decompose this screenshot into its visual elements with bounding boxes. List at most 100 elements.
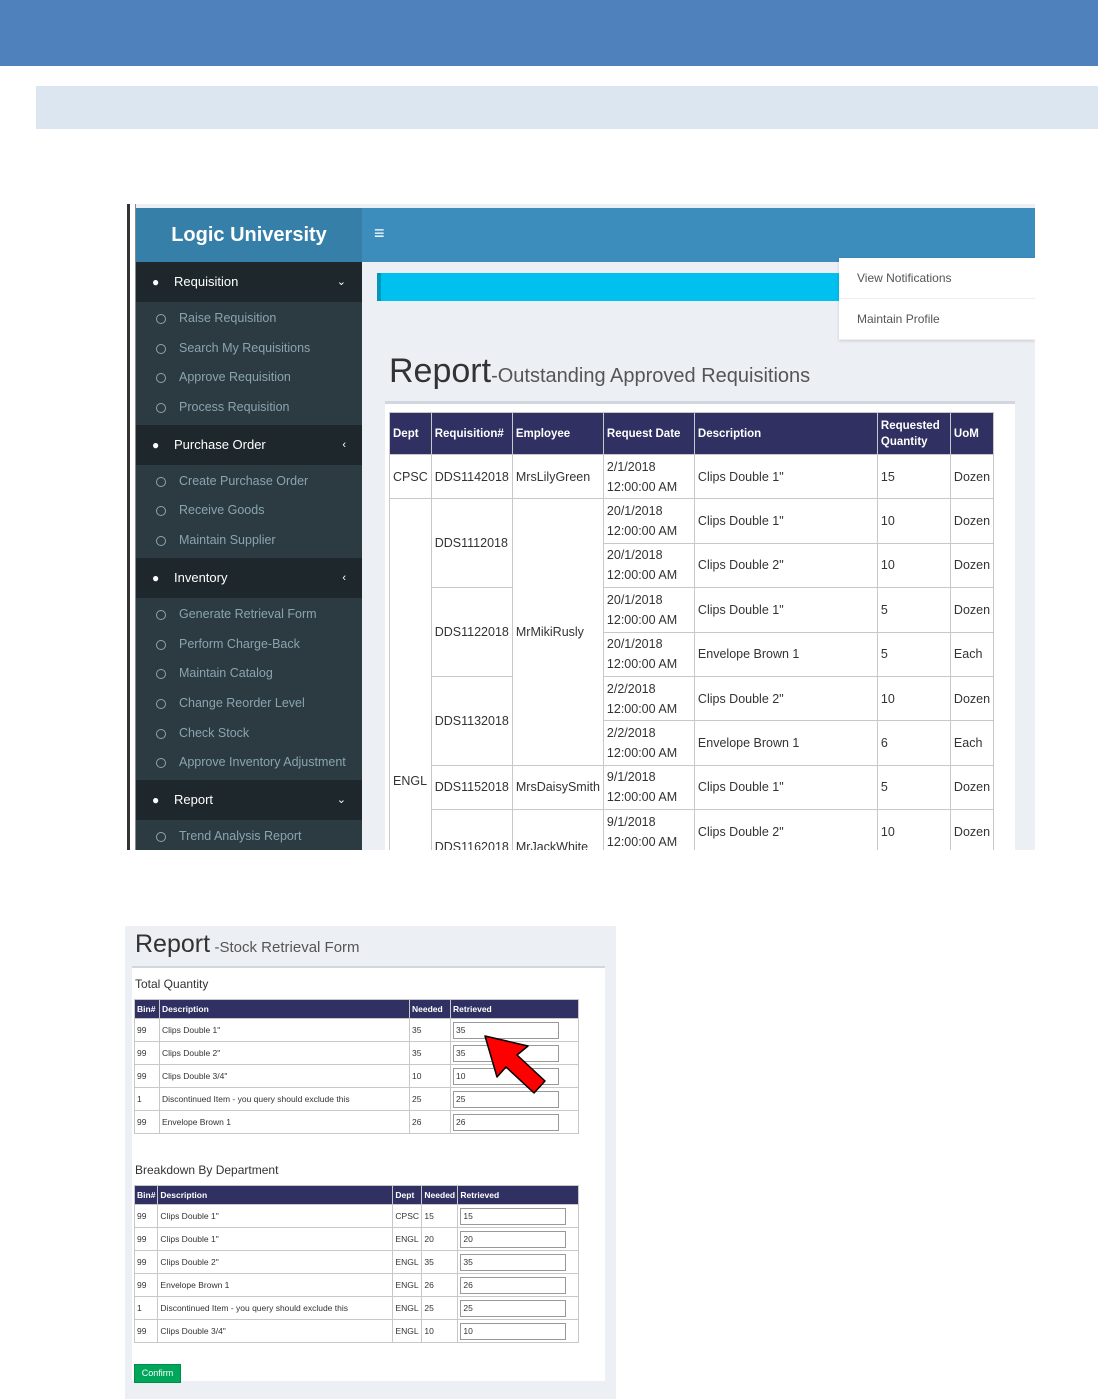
description-cell: Clips Double 1" bbox=[693, 764, 878, 811]
retrieved-input[interactable] bbox=[460, 1276, 567, 1294]
quantity-cell: 10 bbox=[876, 498, 951, 544]
circle-icon bbox=[156, 536, 166, 547]
menu-item-maintain-profile[interactable]: Maintain Profile bbox=[839, 299, 1035, 340]
retrieved-input[interactable] bbox=[460, 1207, 567, 1225]
description-cell: Discontinued Item - you query should exc… bbox=[157, 1296, 394, 1320]
needed-cell: 10 bbox=[421, 1319, 459, 1343]
description-cell: Clips Double 1" bbox=[159, 1018, 410, 1042]
description-cell: Clips Double 2" bbox=[693, 809, 878, 850]
quantity-cell: 5 bbox=[876, 587, 951, 633]
date-text: 20/1/2018 bbox=[606, 504, 663, 519]
stock-retrieval-form-screenshot: Report -Stock Retrieval Form Total Quant… bbox=[125, 926, 616, 1399]
dept-cell: ENGL bbox=[392, 1319, 423, 1343]
date-cell: 2/1/2018 12:00:00 AM bbox=[602, 453, 695, 500]
description-cell: Envelope Brown 1 bbox=[157, 1273, 394, 1297]
retrieved-input[interactable] bbox=[460, 1322, 567, 1340]
bin-cell: 99 bbox=[134, 1064, 160, 1088]
top-color-band bbox=[0, 0, 1098, 66]
column-header: Description bbox=[159, 999, 410, 1019]
circle-icon bbox=[156, 373, 166, 384]
time-text: 12:00:00 AM bbox=[606, 834, 678, 849]
requisition-cell: DDS1112018 bbox=[430, 498, 513, 589]
column-header: Needed bbox=[421, 1185, 459, 1205]
quantity-cell: 6 bbox=[876, 720, 951, 766]
sidebar-section-requisition[interactable]: ● Requisition ⌄ bbox=[136, 262, 362, 302]
needed-cell: 26 bbox=[421, 1273, 459, 1297]
table-row: 1 Discontinued Item - you query should e… bbox=[133, 1296, 580, 1320]
sidebar-item-label: Raise Requisition bbox=[179, 311, 277, 325]
sidebar-item-raise-requisition[interactable]: Raise Requisition bbox=[136, 304, 362, 334]
needed-cell: 35 bbox=[421, 1250, 459, 1274]
sidebar-item-trend-analysis-report[interactable]: Trend Analysis Report bbox=[136, 822, 362, 850]
bin-cell: 1 bbox=[133, 1296, 159, 1320]
sidebar-item-search-my-requisitions[interactable]: Search My Requisitions bbox=[136, 334, 362, 364]
description-cell: Clips Double 1" bbox=[693, 498, 878, 544]
date-cell: 9/1/2018 12:00:00 AM bbox=[602, 764, 695, 811]
description-cell: Clips Double 1" bbox=[157, 1204, 394, 1228]
sidebar-item-label: Change Reorder Level bbox=[179, 695, 305, 710]
time-text: 12:00:00 AM bbox=[606, 568, 678, 583]
dept-cell: ENGL bbox=[389, 498, 432, 850]
sidebar-section-inventory[interactable]: ● Inventory ‹ bbox=[136, 557, 362, 598]
sidebar-item-approve-inventory-adjustment[interactable]: Approve Inventory Adjustment bbox=[136, 748, 362, 778]
outstanding-requisitions-table: Dept Requisition# Employee Request Date … bbox=[389, 412, 995, 850]
date-text: 2/2/2018 bbox=[606, 681, 656, 696]
bin-cell: 1 bbox=[134, 1087, 160, 1111]
bin-cell: 99 bbox=[134, 1041, 160, 1065]
table-row: DDS1152018 MrsDaisySmith 9/1/2018 12:00:0… bbox=[390, 764, 995, 811]
circle-icon bbox=[156, 728, 166, 739]
retrieved-cell bbox=[457, 1250, 580, 1274]
hamburger-icon[interactable]: ≡ bbox=[374, 223, 385, 244]
table-row: ENGL DDS1112018 MrMikiRusly 20/1/2018 12:… bbox=[389, 498, 995, 850]
sidebar-item-approve-requisition[interactable]: Approve Requisition bbox=[136, 363, 362, 393]
dashboard-icon: ● bbox=[152, 275, 160, 289]
sidebar-item-maintain-supplier[interactable]: Maintain Supplier bbox=[136, 526, 362, 556]
date-cell: 20/1/2018 12:00:00 AM bbox=[602, 542, 695, 589]
sidebar-item-create-purchase-order[interactable]: Create Purchase Order bbox=[136, 467, 362, 497]
sidebar-item-receive-goods[interactable]: Receive Goods bbox=[136, 496, 362, 526]
time-text: 12:00:00 AM bbox=[606, 524, 678, 539]
employee-cell: MrMikiRusly bbox=[511, 498, 604, 766]
sidebar-item-label: Approve Inventory Adjustment bbox=[179, 755, 346, 770]
section-title-total-quantity: Total Quantity bbox=[135, 977, 209, 991]
column-header: Requested Quantity bbox=[876, 412, 951, 455]
bin-cell: 99 bbox=[134, 1110, 160, 1134]
date-cell: 2/2/2018 12:00:00 AM bbox=[602, 675, 695, 722]
circle-icon bbox=[156, 669, 166, 680]
column-header: Request Date bbox=[602, 412, 695, 455]
employee-cell: MrJackWhite bbox=[511, 809, 604, 850]
sidebar-item-check-stock[interactable]: Check Stock bbox=[136, 719, 362, 749]
sidebar-item-perform-charge-back[interactable]: Perform Charge-Back bbox=[136, 630, 362, 660]
circle-icon bbox=[156, 831, 166, 842]
page-title-main: Report bbox=[389, 352, 492, 390]
needed-cell: 35 bbox=[409, 1041, 451, 1065]
sidebar-item-generate-retrieval-form[interactable]: Generate Retrieval Form bbox=[136, 600, 362, 630]
table-row: DDS1122018 20/1/2018 12:00:00 AM Clips Do… bbox=[390, 587, 995, 677]
time-text: 12:00:00 AM bbox=[606, 479, 678, 494]
confirm-button[interactable]: Confirm bbox=[134, 1364, 181, 1383]
sidebar-section-report[interactable]: ● Report ⌄ bbox=[136, 779, 362, 820]
sidebar-item-maintain-catalog[interactable]: Maintain Catalog bbox=[136, 659, 362, 689]
requisition-cell: DDS1142018 bbox=[430, 453, 513, 500]
circle-icon bbox=[156, 758, 166, 769]
column-header: Requisition# bbox=[430, 412, 513, 455]
sidebar-section-label: Report bbox=[174, 791, 214, 807]
uom-cell: Each bbox=[949, 720, 995, 766]
retrieved-input[interactable] bbox=[460, 1253, 567, 1271]
description-cell: Clips Double 3/4" bbox=[157, 1319, 394, 1343]
retrieved-input[interactable] bbox=[460, 1299, 567, 1317]
sidebar-item-process-requisition[interactable]: Process Requisition bbox=[136, 393, 362, 423]
brand-logo[interactable]: Logic University bbox=[136, 208, 362, 262]
sidebar-item-change-reorder-level[interactable]: Change Reorder Level bbox=[136, 689, 362, 719]
sidebar-section-purchase-order[interactable]: ● Purchase Order ‹ bbox=[136, 424, 362, 465]
column-header: Employee bbox=[511, 412, 604, 455]
retrieved-input[interactable] bbox=[460, 1230, 567, 1248]
time-text: 12:00:00 AM bbox=[606, 612, 678, 627]
bin-cell: 99 bbox=[133, 1204, 159, 1228]
retrieved-input[interactable] bbox=[453, 1113, 559, 1131]
uom-cell: Dozen bbox=[949, 542, 995, 589]
menu-item-view-notifications[interactable]: View Notifications bbox=[839, 258, 1035, 299]
date-cell: 20/1/2018 12:00:00 AM bbox=[602, 631, 695, 677]
time-text: 12:00:00 AM bbox=[606, 657, 678, 672]
retrieved-cell bbox=[457, 1204, 580, 1228]
